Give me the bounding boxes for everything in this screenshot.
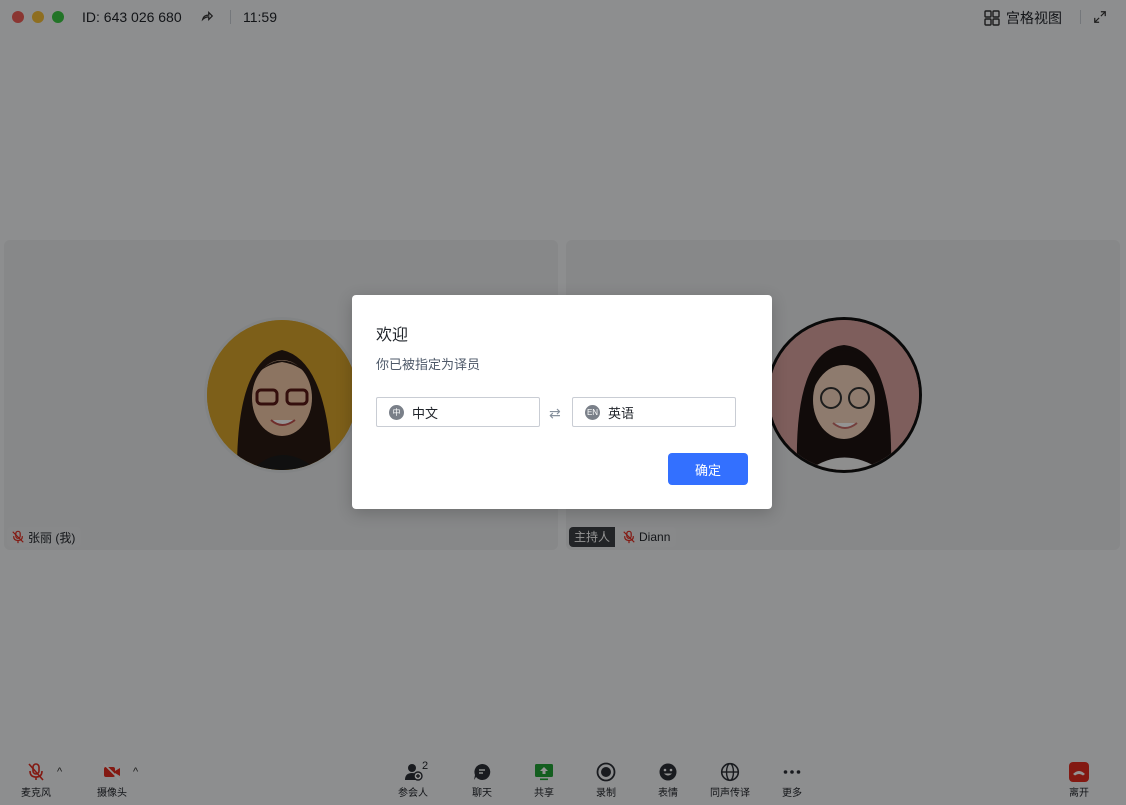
interpreter-welcome-dialog: 欢迎 你已被指定为译员 中 中文 ⇄ EN 英语 确定 bbox=[352, 295, 772, 509]
source-language-value: 中文 bbox=[412, 405, 439, 421]
english-language-icon: EN bbox=[585, 404, 600, 420]
dialog-subtitle: 你已被指定为译员 bbox=[376, 357, 481, 372]
target-language-select[interactable]: EN 英语 bbox=[572, 397, 736, 427]
source-language-select[interactable]: 中 中文 bbox=[376, 397, 540, 427]
chinese-language-icon: 中 bbox=[389, 404, 404, 420]
target-language-value: 英语 bbox=[608, 405, 635, 421]
confirm-button[interactable]: 确定 bbox=[668, 453, 748, 485]
dialog-title: 欢迎 bbox=[376, 327, 409, 344]
swap-arrows-icon[interactable]: ⇄ bbox=[549, 405, 561, 422]
